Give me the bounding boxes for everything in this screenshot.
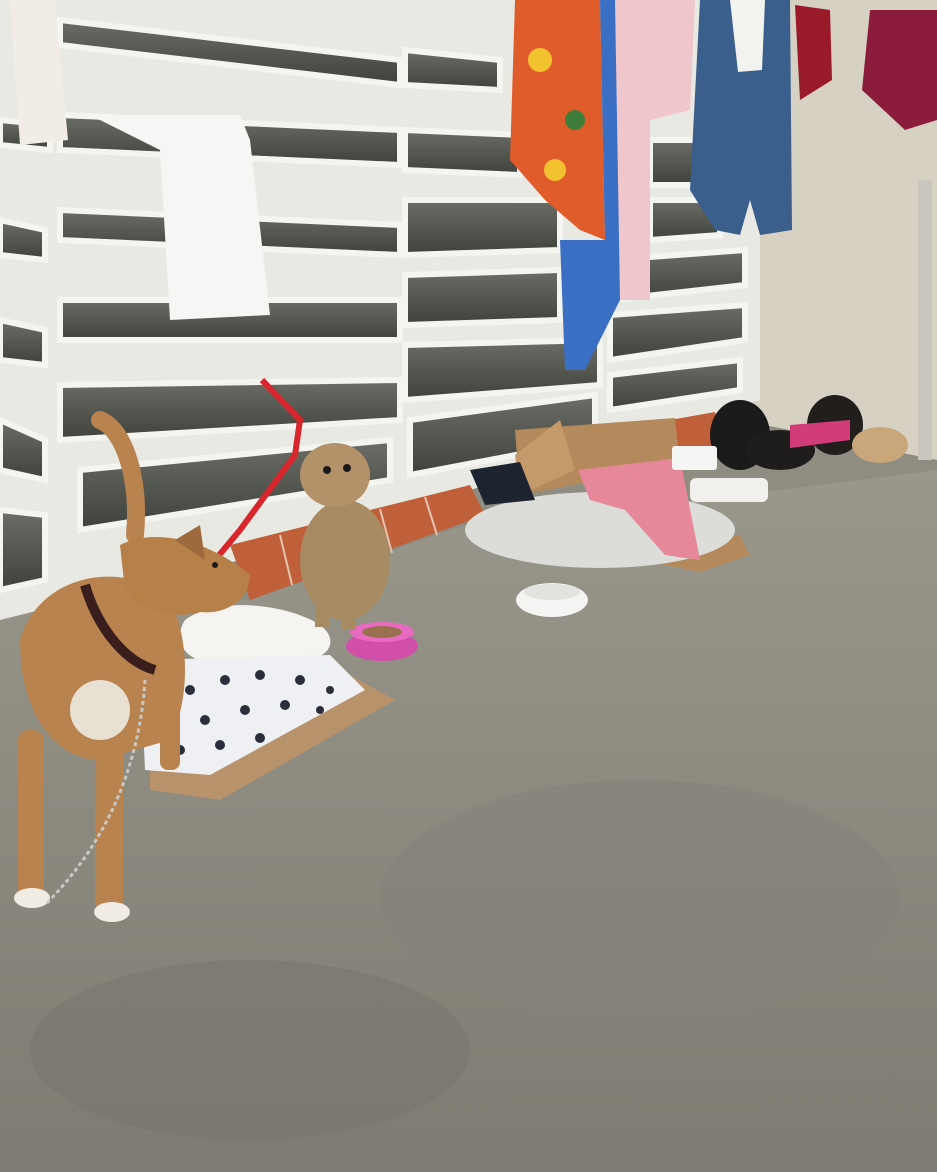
bowl-food [362,626,402,638]
louver [402,46,503,94]
tan-dog-leg [95,740,123,910]
tan-dog-leg [160,700,180,770]
terrier-eye [343,464,351,472]
drain-pipe [918,180,932,460]
tan-dog-leg [18,730,44,900]
louver [0,506,48,594]
floral-pattern [544,159,566,181]
terrier-leg [342,598,356,630]
scene-svg [0,0,937,1172]
white-tray [690,478,768,502]
floral-pattern [565,110,585,130]
ground-stain [380,780,900,1020]
tan-dog-paw [94,902,130,922]
louver [0,216,48,264]
tan-dog-chest [70,680,130,740]
louver [402,197,563,259]
white-bowl-inner [524,584,580,600]
tan-dog-eye [212,562,218,568]
tan-dog-paw [14,888,50,908]
terrier-eye [323,466,331,474]
louver [402,266,563,329]
terrier-leg [315,595,329,627]
louver [402,126,523,179]
ground-stain [30,960,470,1140]
white-container [672,446,717,470]
terrier-head [300,443,370,507]
tan-small-dog [852,427,908,463]
louver [0,316,48,369]
floral-pattern [528,48,552,72]
photo-scene [0,0,937,1172]
